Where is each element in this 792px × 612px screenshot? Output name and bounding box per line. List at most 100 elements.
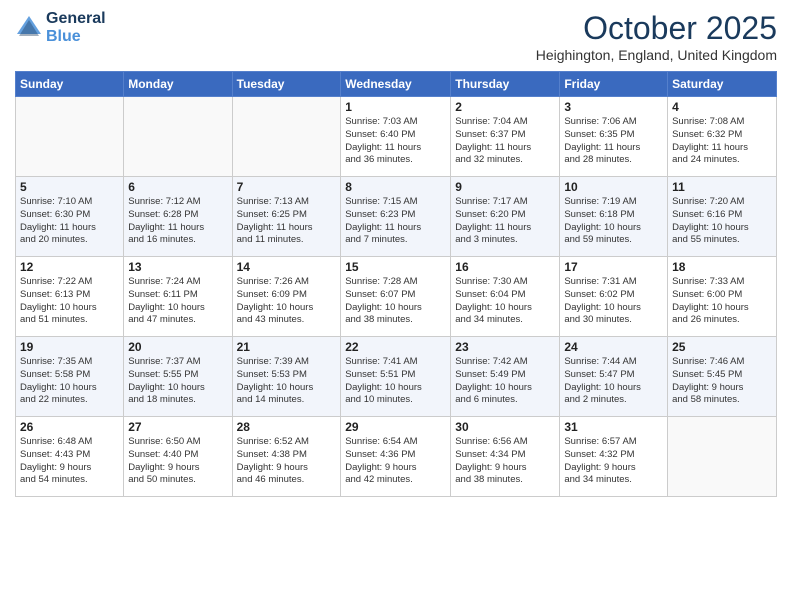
page: General Blue October 2025 Heighington, E… xyxy=(0,0,792,612)
calendar-cell: 18 Sunrise: 7:33 AM Sunset: 6:00 PM Dayli… xyxy=(668,257,777,337)
calendar-cell: 24 Sunrise: 7:44 AM Sunset: 5:47 PM Dayli… xyxy=(560,337,668,417)
calendar-table: SundayMondayTuesdayWednesdayThursdayFrid… xyxy=(15,71,777,497)
day-number: 4 xyxy=(672,100,772,114)
calendar-cell: 13 Sunrise: 7:24 AM Sunset: 6:11 PM Dayli… xyxy=(124,257,232,337)
calendar-cell xyxy=(124,97,232,177)
logo: General Blue xyxy=(15,10,106,45)
day-info: Sunrise: 7:44 AM Sunset: 5:47 PM Dayligh… xyxy=(564,356,663,407)
col-header-monday: Monday xyxy=(124,72,232,97)
day-number: 26 xyxy=(20,420,119,434)
day-number: 3 xyxy=(564,100,663,114)
day-number: 25 xyxy=(672,340,772,354)
calendar-cell: 14 Sunrise: 7:26 AM Sunset: 6:09 PM Dayli… xyxy=(232,257,341,337)
day-info: Sunrise: 7:19 AM Sunset: 6:18 PM Dayligh… xyxy=(564,196,663,247)
day-number: 23 xyxy=(455,340,555,354)
day-number: 30 xyxy=(455,420,555,434)
calendar-cell: 2 Sunrise: 7:04 AM Sunset: 6:37 PM Daylig… xyxy=(451,97,560,177)
day-number: 20 xyxy=(128,340,227,354)
day-info: Sunrise: 7:06 AM Sunset: 6:35 PM Dayligh… xyxy=(564,116,663,167)
calendar-cell: 15 Sunrise: 7:28 AM Sunset: 6:07 PM Dayli… xyxy=(341,257,451,337)
day-info: Sunrise: 7:33 AM Sunset: 6:00 PM Dayligh… xyxy=(672,276,772,327)
calendar-cell: 9 Sunrise: 7:17 AM Sunset: 6:20 PM Daylig… xyxy=(451,177,560,257)
calendar-cell xyxy=(668,417,777,497)
calendar-cell xyxy=(232,97,341,177)
day-info: Sunrise: 7:26 AM Sunset: 6:09 PM Dayligh… xyxy=(237,276,337,327)
day-info: Sunrise: 7:15 AM Sunset: 6:23 PM Dayligh… xyxy=(345,196,446,247)
day-info: Sunrise: 6:50 AM Sunset: 4:40 PM Dayligh… xyxy=(128,436,227,487)
day-number: 1 xyxy=(345,100,446,114)
day-info: Sunrise: 7:31 AM Sunset: 6:02 PM Dayligh… xyxy=(564,276,663,327)
col-header-tuesday: Tuesday xyxy=(232,72,341,97)
day-info: Sunrise: 7:17 AM Sunset: 6:20 PM Dayligh… xyxy=(455,196,555,247)
day-number: 6 xyxy=(128,180,227,194)
header: General Blue October 2025 Heighington, E… xyxy=(15,10,777,63)
calendar-cell: 3 Sunrise: 7:06 AM Sunset: 6:35 PM Daylig… xyxy=(560,97,668,177)
day-info: Sunrise: 7:30 AM Sunset: 6:04 PM Dayligh… xyxy=(455,276,555,327)
day-number: 24 xyxy=(564,340,663,354)
calendar-cell: 4 Sunrise: 7:08 AM Sunset: 6:32 PM Daylig… xyxy=(668,97,777,177)
day-number: 17 xyxy=(564,260,663,274)
calendar-cell: 6 Sunrise: 7:12 AM Sunset: 6:28 PM Daylig… xyxy=(124,177,232,257)
calendar-cell: 20Sunrise: 7:37 AM Sunset: 5:55 PM Dayli… xyxy=(124,337,232,417)
location: Heighington, England, United Kingdom xyxy=(536,47,777,63)
calendar-cell: 10 Sunrise: 7:19 AM Sunset: 6:18 PM Dayli… xyxy=(560,177,668,257)
day-info: Sunrise: 7:22 AM Sunset: 6:13 PM Dayligh… xyxy=(20,276,119,327)
day-number: 2 xyxy=(455,100,555,114)
day-number: 18 xyxy=(672,260,772,274)
calendar-cell: 29 Sunrise: 6:54 AM Sunset: 4:36 PM Dayli… xyxy=(341,417,451,497)
day-number: 15 xyxy=(345,260,446,274)
day-number: 21 xyxy=(237,340,337,354)
day-number: 19 xyxy=(20,340,119,354)
day-info: Sunrise: 7:42 AM Sunset: 5:49 PM Dayligh… xyxy=(455,356,555,407)
day-number: 12 xyxy=(20,260,119,274)
day-number: 16 xyxy=(455,260,555,274)
month-title: October 2025 xyxy=(536,10,777,47)
day-number: 13 xyxy=(128,260,227,274)
day-info: Sunrise: 7:04 AM Sunset: 6:37 PM Dayligh… xyxy=(455,116,555,167)
day-number: 7 xyxy=(237,180,337,194)
day-info: Sunrise: 7:10 AM Sunset: 6:30 PM Dayligh… xyxy=(20,196,119,247)
calendar-cell: 23 Sunrise: 7:42 AM Sunset: 5:49 PM Dayli… xyxy=(451,337,560,417)
day-number: 5 xyxy=(20,180,119,194)
day-number: 22 xyxy=(345,340,446,354)
col-header-saturday: Saturday xyxy=(668,72,777,97)
calendar-cell: 11 Sunrise: 7:20 AM Sunset: 6:16 PM Dayli… xyxy=(668,177,777,257)
day-number: 10 xyxy=(564,180,663,194)
day-info: Sunrise: 7:12 AM Sunset: 6:28 PM Dayligh… xyxy=(128,196,227,247)
day-number: 14 xyxy=(237,260,337,274)
day-info: Sunrise: 6:54 AM Sunset: 4:36 PM Dayligh… xyxy=(345,436,446,487)
calendar-cell: 21 Sunrise: 7:39 AM Sunset: 5:53 PM Dayli… xyxy=(232,337,341,417)
calendar-cell xyxy=(16,97,124,177)
calendar-cell: 26 Sunrise: 6:48 AM Sunset: 4:43 PM Dayli… xyxy=(16,417,124,497)
title-area: October 2025 Heighington, England, Unite… xyxy=(536,10,777,63)
day-info: Sunrise: 7:08 AM Sunset: 6:32 PM Dayligh… xyxy=(672,116,772,167)
logo-line1: General xyxy=(46,10,106,28)
logo-line2: Blue xyxy=(46,28,106,46)
day-info: Sunrise: 7:41 AM Sunset: 5:51 PM Dayligh… xyxy=(345,356,446,407)
day-number: 29 xyxy=(345,420,446,434)
day-info: Sunrise: 7:39 AM Sunset: 5:53 PM Dayligh… xyxy=(237,356,337,407)
calendar-cell: 5 Sunrise: 7:10 AM Sunset: 6:30 PM Daylig… xyxy=(16,177,124,257)
day-number: 31 xyxy=(564,420,663,434)
col-header-thursday: Thursday xyxy=(451,72,560,97)
day-info: Sunrise: 6:48 AM Sunset: 4:43 PM Dayligh… xyxy=(20,436,119,487)
day-number: 8 xyxy=(345,180,446,194)
day-number: 9 xyxy=(455,180,555,194)
calendar-cell: 31Sunrise: 6:57 AM Sunset: 4:32 PM Dayli… xyxy=(560,417,668,497)
calendar-cell: 27 Sunrise: 6:50 AM Sunset: 4:40 PM Dayli… xyxy=(124,417,232,497)
day-number: 28 xyxy=(237,420,337,434)
day-info: Sunrise: 7:24 AM Sunset: 6:11 PM Dayligh… xyxy=(128,276,227,327)
calendar-cell: 17 Sunrise: 7:31 AM Sunset: 6:02 PM Dayli… xyxy=(560,257,668,337)
col-header-friday: Friday xyxy=(560,72,668,97)
calendar-cell: 22 Sunrise: 7:41 AM Sunset: 5:51 PM Dayli… xyxy=(341,337,451,417)
day-info: Sunrise: 7:28 AM Sunset: 6:07 PM Dayligh… xyxy=(345,276,446,327)
day-info: Sunrise: 7:46 AM Sunset: 5:45 PM Dayligh… xyxy=(672,356,772,407)
day-info: Sunrise: 7:20 AM Sunset: 6:16 PM Dayligh… xyxy=(672,196,772,247)
logo-icon xyxy=(15,14,43,42)
day-number: 11 xyxy=(672,180,772,194)
day-info: Sunrise: 6:56 AM Sunset: 4:34 PM Dayligh… xyxy=(455,436,555,487)
day-number: 27 xyxy=(128,420,227,434)
calendar-cell: 25 Sunrise: 7:46 AM Sunset: 5:45 PM Dayli… xyxy=(668,337,777,417)
calendar-cell: 12 Sunrise: 7:22 AM Sunset: 6:13 PM Dayli… xyxy=(16,257,124,337)
day-info: Sunrise: 7:13 AM Sunset: 6:25 PM Dayligh… xyxy=(237,196,337,247)
